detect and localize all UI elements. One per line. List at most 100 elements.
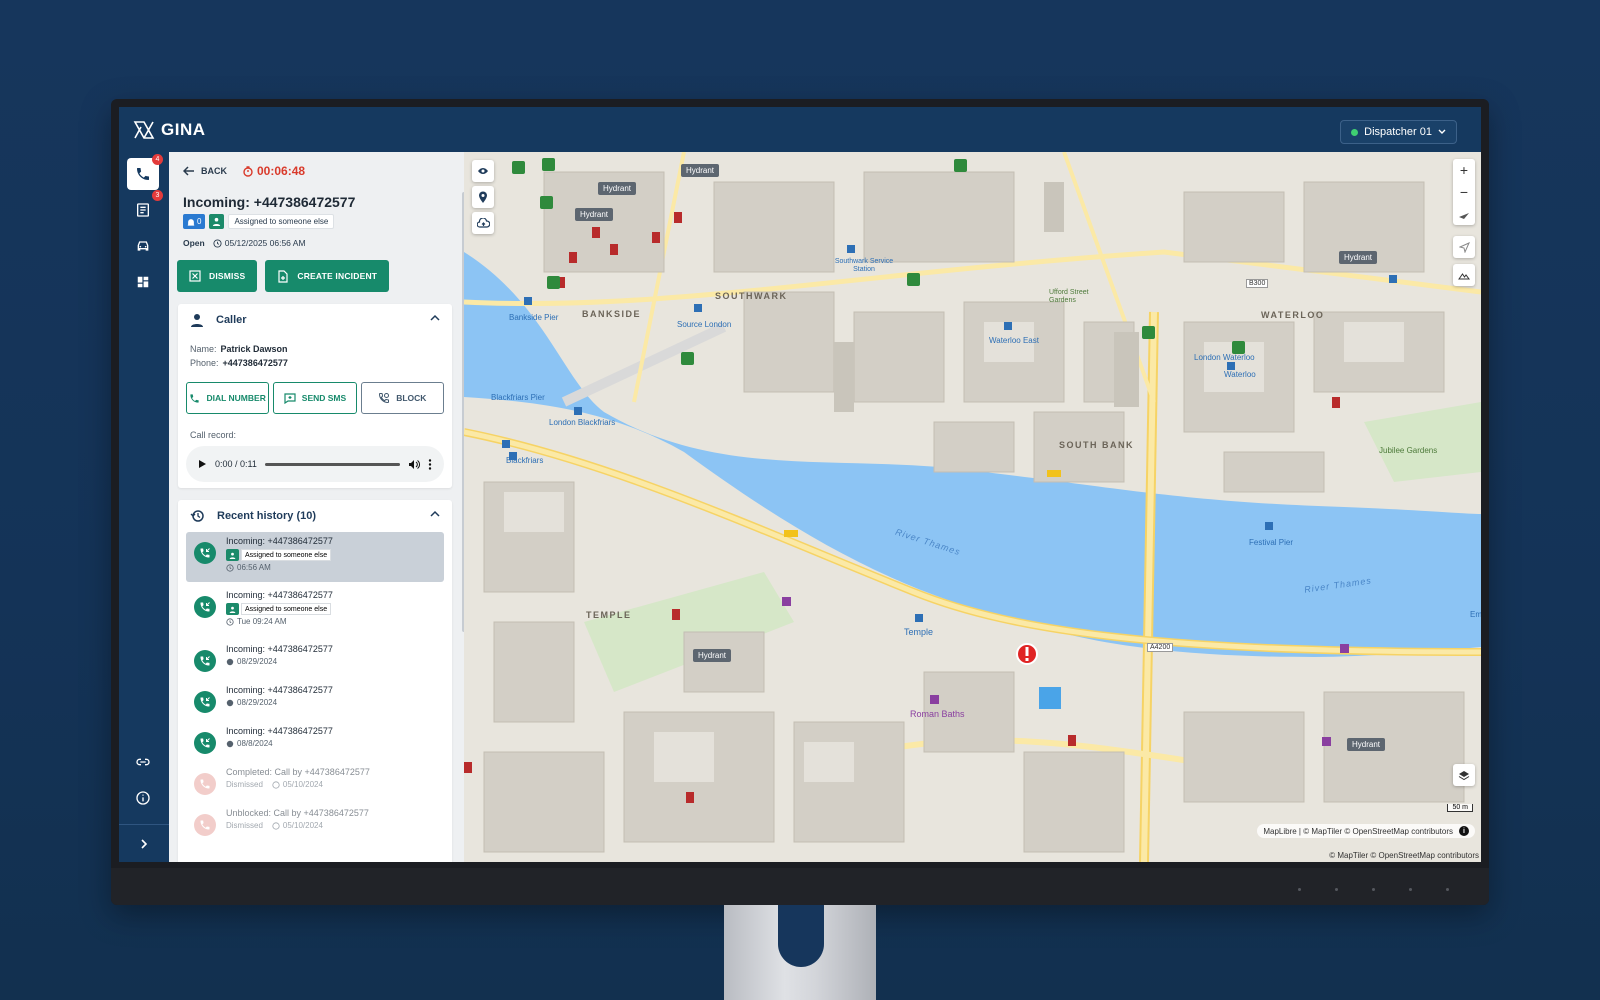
station-london-waterloo: London Waterloo (1194, 353, 1255, 362)
mountain-icon (1458, 272, 1470, 279)
chevron-up-icon (430, 314, 440, 321)
history-status: Dismissed (226, 780, 263, 789)
call-tags: 0 Assigned to someone else (183, 214, 335, 229)
back-button[interactable]: BACK (183, 166, 227, 176)
history-item[interactable]: Incoming: +447386472577 08/29/2024 (186, 681, 444, 722)
tag-count-badge[interactable]: 0 (183, 214, 206, 229)
location-layer-button[interactable] (472, 186, 494, 208)
map-attribution-secondary: © MapTiler © OpenStreetMap contributors (1329, 851, 1479, 860)
dispatcher-select[interactable]: Dispatcher 01 (1340, 120, 1457, 144)
attribution-text: MapLibre | © MapTiler © OpenStreetMap co… (1263, 826, 1453, 836)
person-icon (226, 549, 239, 561)
history-card-header[interactable]: Recent history (10) (178, 500, 452, 532)
poi-jubilee-gardens: Jubilee Gardens (1379, 446, 1438, 455)
call-datetime: 05/12/2025 06:56 AM (224, 238, 306, 248)
incidents-badge: 3 (152, 190, 163, 201)
layers-button[interactable] (1453, 764, 1475, 786)
caller-card: Caller Name: Patrick Dawson Phone: +447386… (178, 304, 452, 488)
history-time: 08/8/2024 (237, 739, 273, 748)
hydrant-label[interactable]: Hydrant (598, 182, 637, 195)
send-sms-button[interactable]: SEND SMS (273, 382, 357, 414)
compass-icon (1459, 213, 1469, 219)
nav-vehicles[interactable] (127, 230, 159, 262)
close-box-icon (189, 270, 201, 282)
info-icon[interactable]: i (1459, 826, 1469, 836)
call-pin-icon (194, 814, 216, 836)
area-label-south-bank: SOUTH BANK (1059, 440, 1134, 450)
hydrant-label[interactable]: Hydrant (1339, 251, 1378, 264)
history-item[interactable]: Incoming: +447386472577 Assigned to some… (186, 586, 444, 640)
nav-dashboard[interactable] (127, 266, 159, 298)
history-item[interactable]: Incoming: +447386472577 Assigned to some… (186, 532, 444, 582)
poi-bankside-pier: Bankside Pier (509, 313, 559, 322)
map-view[interactable]: SOUTHWARK BANKSIDE WATERLOO SOUTH BANK T… (464, 152, 1481, 862)
caller-name: Patrick Dawson (220, 344, 288, 354)
history-title: Completed: Call by +447386472577 (226, 767, 370, 777)
incoming-call-icon (194, 650, 216, 672)
pitch-button[interactable] (1453, 203, 1475, 225)
caller-name-key: Name: (190, 344, 217, 354)
dial-label: DIAL NUMBER (206, 393, 266, 403)
caller-header: Caller (216, 314, 247, 326)
zoom-out-button[interactable]: − (1453, 181, 1475, 203)
station-london-blackfriars: London Blackfriars (549, 418, 616, 427)
station-waterloo-east: Waterloo East (989, 336, 1039, 345)
geolocate-button[interactable] (1453, 236, 1475, 258)
hydrant-label[interactable]: Hydrant (693, 649, 732, 662)
alarm-light-icon (187, 218, 195, 226)
area-label-waterloo: WATERLOO (1261, 310, 1325, 320)
block-button[interactable]: BLOCK (360, 382, 444, 414)
history-time: 08/29/2024 (237, 657, 278, 666)
history-item[interactable]: Incoming: +447386472577 08/8/2024 (186, 722, 444, 763)
audio-time: 0:00 / 0:11 (215, 459, 257, 469)
phone-block-icon (379, 393, 390, 404)
timer-value: 00:06:48 (257, 164, 306, 178)
station-temple: Temple (904, 627, 934, 637)
call-title: Incoming: +447386472577 (183, 194, 356, 210)
more-vert-icon[interactable] (428, 458, 432, 470)
create-incident-label: CREATE INCIDENT (297, 271, 378, 281)
call-status: Open (183, 238, 205, 248)
upload-layer-button[interactable] (472, 212, 494, 234)
call-actions: DISMISS CREATE INCIDENT (177, 260, 390, 292)
poi-em: Em (1470, 610, 1481, 619)
nav-info[interactable] (127, 782, 159, 814)
nav-links[interactable] (127, 746, 159, 778)
history-item[interactable]: Completed: Call by +447386472577 Dismiss… (186, 763, 444, 804)
terrain-button[interactable] (1453, 264, 1475, 286)
monitor-bezel (111, 868, 1489, 905)
hydrant-label[interactable]: Hydrant (575, 208, 614, 221)
car-icon (137, 241, 149, 251)
nav-calls[interactable]: 4 (127, 154, 163, 190)
caller-actions: DIAL NUMBER SEND SMS BLOCK (186, 382, 444, 414)
volume-icon[interactable] (408, 459, 420, 470)
dial-number-button[interactable]: DIAL NUMBER (186, 382, 270, 414)
poi-festival-pier: Festival Pier (1249, 538, 1294, 547)
sms-label: SEND SMS (301, 393, 347, 403)
zoom-in-button[interactable]: + (1453, 159, 1475, 181)
cloud-upload-icon (476, 218, 490, 228)
poi-ufford-street-gardens: Ufford Street Gardens (1049, 289, 1089, 304)
audio-progress[interactable] (264, 462, 400, 466)
clock-icon (226, 563, 234, 572)
history-item[interactable]: Unblocked: Call by +447386472577 Dismiss… (186, 804, 444, 845)
map-attribution: MapLibre | © MapTiler © OpenStreetMap co… (1257, 824, 1475, 838)
dismiss-button[interactable]: DISMISS (177, 260, 258, 292)
hydrant-label[interactable]: Hydrant (1347, 738, 1386, 751)
map-canvas[interactable] (464, 152, 1481, 862)
map-pin-icon (479, 191, 487, 203)
list-icon (137, 203, 149, 217)
nav-incidents[interactable]: 3 (127, 190, 163, 226)
expand-nav-button[interactable] (119, 824, 169, 862)
monitor-stand-cutout (778, 905, 824, 967)
incoming-call-icon (194, 691, 216, 713)
history-time: Tue 09:24 AM (237, 617, 287, 626)
create-incident-button[interactable]: CREATE INCIDENT (265, 260, 390, 292)
play-icon[interactable] (198, 459, 207, 469)
history-item[interactable]: Incoming: +447386472577 08/29/2024 (186, 640, 444, 681)
visibility-toggle[interactable] (472, 160, 494, 182)
caller-card-header[interactable]: Caller (178, 304, 452, 336)
hydrant-label[interactable]: Hydrant (681, 164, 720, 177)
history-status: Dismissed (226, 821, 263, 830)
clock-icon (272, 821, 280, 830)
